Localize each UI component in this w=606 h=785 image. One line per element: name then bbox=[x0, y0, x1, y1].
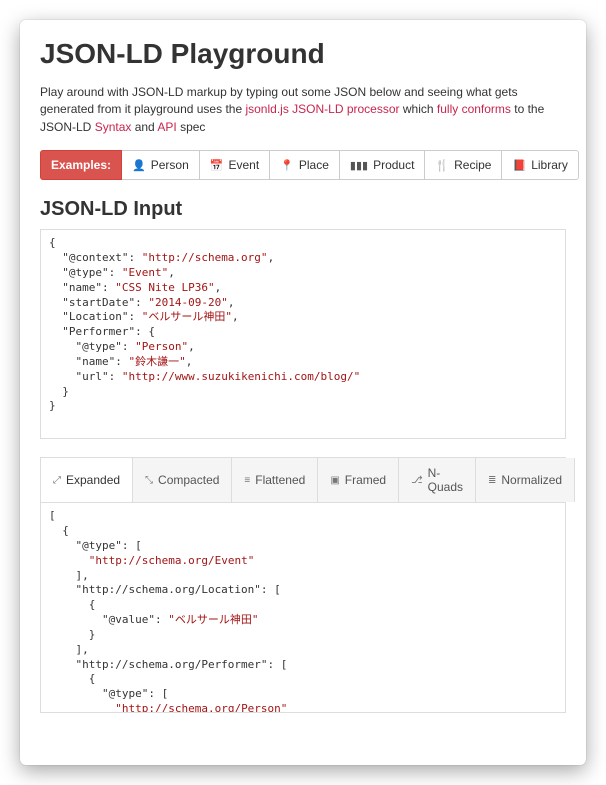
example-person-button[interactable]: 👤 Person bbox=[122, 150, 200, 180]
example-product-button[interactable]: ▮▮▮ Product bbox=[340, 150, 426, 180]
tab-label: Expanded bbox=[66, 473, 120, 487]
syntax-link[interactable]: Syntax bbox=[95, 120, 132, 134]
example-label: Library bbox=[531, 158, 568, 172]
bars-icon: ≣ bbox=[488, 475, 496, 486]
list-icon: ≡ bbox=[244, 475, 250, 486]
tab-label: Flattened bbox=[255, 473, 305, 487]
barcode-icon: ▮▮▮ bbox=[350, 159, 368, 172]
intro-text: Play around with JSON-LD markup by typin… bbox=[40, 84, 566, 136]
example-label: Place bbox=[299, 158, 329, 172]
example-recipe-button[interactable]: 🍴 Recipe bbox=[425, 150, 502, 180]
pin-icon: 📍 bbox=[280, 159, 294, 172]
input-heading: JSON-LD Input bbox=[40, 198, 566, 221]
tab-compacted[interactable]: ⤡ Compacted bbox=[133, 458, 232, 502]
tab-normalized[interactable]: ≣ Normalized bbox=[476, 458, 575, 502]
cutlery-icon: 🍴 bbox=[435, 159, 449, 172]
example-library-button[interactable]: 📕 Library bbox=[502, 150, 578, 180]
book-icon: 📕 bbox=[512, 159, 526, 172]
conforms-link[interactable]: fully conforms bbox=[437, 102, 511, 116]
api-link[interactable]: API bbox=[157, 120, 176, 134]
examples-label: Examples: bbox=[40, 150, 122, 180]
jsonldjs-link[interactable]: jsonld.js JSON-LD processor bbox=[245, 102, 399, 116]
tab-label: Compacted bbox=[158, 473, 219, 487]
person-icon: 👤 bbox=[132, 159, 146, 172]
example-event-button[interactable]: 📅 Event bbox=[200, 150, 270, 180]
playground-page: JSON-LD Playground Play around with JSON… bbox=[20, 20, 586, 765]
tab-label: N-Quads bbox=[428, 466, 463, 494]
tab-label: Normalized bbox=[501, 473, 562, 487]
calendar-icon: 📅 bbox=[210, 159, 224, 172]
example-label: Person bbox=[151, 158, 189, 172]
tab-framed[interactable]: ▣ Framed bbox=[318, 458, 399, 502]
compact-icon: ⤡ bbox=[145, 475, 153, 486]
share-icon: ⎇ bbox=[411, 475, 423, 486]
json-input-editor[interactable]: { "@context": "http://schema.org", "@typ… bbox=[40, 229, 566, 439]
tab-label: Framed bbox=[345, 473, 386, 487]
tab-expanded[interactable]: ⤢ Expanded bbox=[41, 458, 133, 502]
example-label: Recipe bbox=[454, 158, 491, 172]
output-tabs: ⤢ Expanded ⤡ Compacted ≡ Flattened ▣ Framed ⎇ N-Q… bbox=[40, 457, 566, 503]
example-place-button[interactable]: 📍 Place bbox=[270, 150, 340, 180]
tab-nquads[interactable]: ⎇ N-Quads bbox=[399, 458, 476, 502]
examples-toolbar: Examples: 👤 Person 📅 Event 📍 Place ▮▮▮ Product 🍴… bbox=[40, 150, 566, 180]
expand-icon: ⤢ bbox=[53, 475, 61, 486]
example-label: Product bbox=[373, 158, 414, 172]
example-label: Event bbox=[228, 158, 259, 172]
frame-icon: ▣ bbox=[330, 475, 339, 486]
json-output-view: [ { "@type": [ "http://schema.org/Event"… bbox=[40, 503, 566, 713]
page-title: JSON-LD Playground bbox=[40, 38, 566, 70]
tab-flattened[interactable]: ≡ Flattened bbox=[232, 458, 318, 502]
